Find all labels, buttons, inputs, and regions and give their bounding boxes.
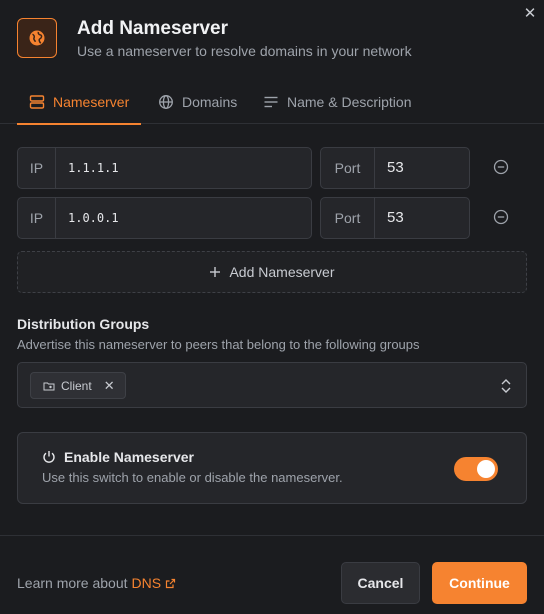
- port-label: Port: [321, 148, 375, 188]
- group-chip: Client ✕: [30, 372, 126, 399]
- toggle-knob: [477, 460, 495, 478]
- globe-icon: [159, 95, 173, 109]
- cancel-button[interactable]: Cancel: [341, 562, 420, 604]
- enable-title: Enable Nameserver: [64, 449, 194, 465]
- power-icon: [43, 451, 55, 463]
- dialog-subtitle: Use a nameserver to resolve domains in y…: [77, 43, 412, 59]
- remove-circle-icon[interactable]: [492, 158, 510, 176]
- dialog-header: Add Nameserver Use a nameserver to resol…: [17, 18, 504, 60]
- chevron-up-down-icon: [501, 379, 511, 393]
- tab-name-description[interactable]: Name & Description: [263, 80, 412, 124]
- tab-label: Nameserver: [53, 94, 130, 110]
- tab-domains[interactable]: Domains: [158, 80, 237, 124]
- enable-toggle[interactable]: [454, 457, 498, 481]
- ip-label: IP: [18, 198, 56, 238]
- port-input[interactable]: 53: [387, 148, 404, 188]
- group-chip-label: Client: [61, 378, 92, 393]
- nameserver-row: IP 1.0.0.1 Port 53: [17, 197, 527, 239]
- ip-input[interactable]: 1.0.0.1: [68, 198, 119, 238]
- distribution-groups-title: Distribution Groups: [17, 316, 150, 332]
- tab-bar: Nameserver Domains Name & Description: [0, 80, 544, 125]
- remove-chip-icon[interactable]: ✕: [104, 378, 115, 394]
- dns-link-label: DNS: [131, 575, 162, 591]
- distribution-groups-select[interactable]: Client ✕: [17, 362, 527, 408]
- ip-input[interactable]: 1.1.1.1: [68, 148, 119, 188]
- enable-nameserver-card: Enable Nameserver Use this switch to ena…: [17, 432, 527, 504]
- tab-nameserver[interactable]: Nameserver: [16, 80, 142, 125]
- dialog-title: Add Nameserver: [77, 18, 229, 39]
- dns-docs-link[interactable]: DNS: [132, 575, 177, 591]
- enable-description: Use this switch to enable or disable the…: [42, 470, 343, 485]
- learn-more: Learn more about DNS: [17, 575, 176, 591]
- nameserver-row: IP 1.1.1.1 Port 53: [17, 147, 527, 189]
- port-label: Port: [321, 198, 375, 238]
- text-lines-icon: [264, 96, 278, 108]
- close-icon[interactable]: ✕: [523, 6, 537, 21]
- plus-icon: [210, 267, 221, 277]
- port-input[interactable]: 53: [387, 198, 404, 238]
- distribution-groups-description: Advertise this nameserver to peers that …: [17, 337, 420, 352]
- add-nameserver-label: Add Nameserver: [229, 264, 335, 280]
- tab-label: Name & Description: [287, 94, 412, 110]
- port-field[interactable]: Port 53: [320, 147, 470, 189]
- continue-button[interactable]: Continue: [432, 562, 527, 604]
- ip-field[interactable]: IP 1.1.1.1: [17, 147, 312, 189]
- tab-label: Domains: [182, 94, 238, 110]
- remove-circle-icon[interactable]: [492, 208, 510, 226]
- learn-more-prefix: Learn more about: [17, 575, 128, 591]
- globe-logo-icon: [17, 18, 57, 58]
- server-icon: [29, 95, 45, 109]
- external-link-icon: [165, 578, 176, 588]
- folder-group-icon: [43, 382, 55, 390]
- port-field[interactable]: Port 53: [320, 197, 470, 239]
- dialog-footer: Learn more about DNS Cancel Continue: [0, 535, 544, 614]
- ip-field[interactable]: IP 1.0.0.1: [17, 197, 312, 239]
- ip-label: IP: [18, 148, 56, 188]
- add-nameserver-button[interactable]: Add Nameserver: [17, 251, 527, 293]
